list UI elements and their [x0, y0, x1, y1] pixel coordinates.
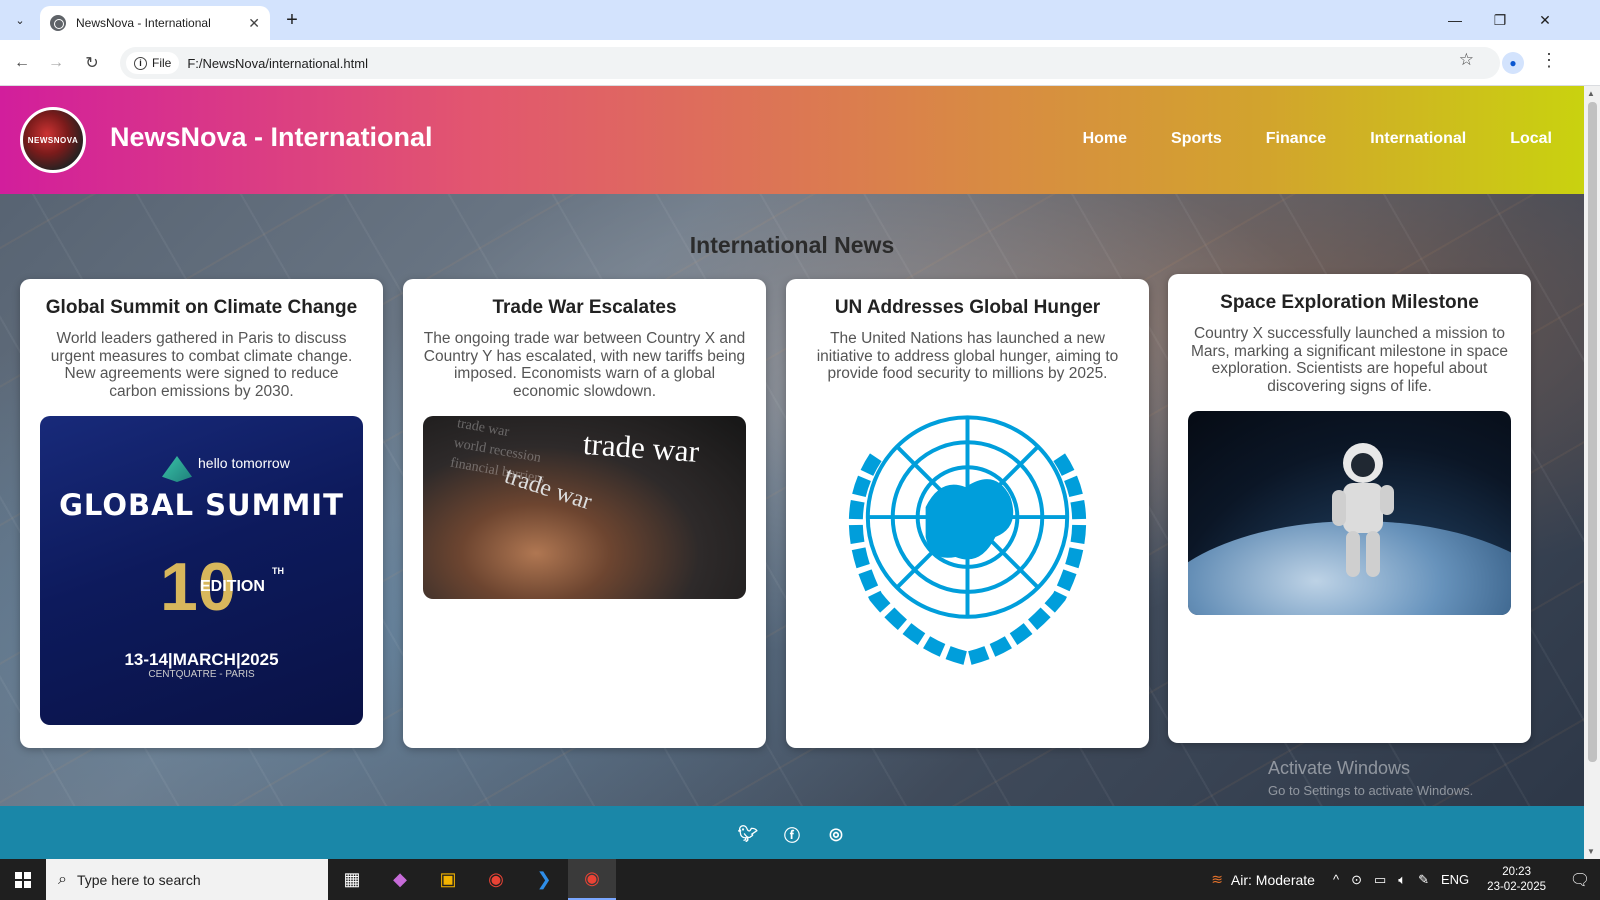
task-view-icon[interactable]: ▦ [328, 859, 376, 900]
info-icon: i [134, 56, 147, 70]
twitter-icon[interactable]: 🐦︎ [738, 824, 758, 844]
air-quality-icon: ≋ [1211, 871, 1223, 887]
trade-war-subtext: trade war [501, 462, 595, 516]
globe-icon [50, 15, 66, 31]
vscode-icon[interactable]: ❯ [520, 859, 568, 900]
page-scrollbar[interactable]: ▲ ▼ [1584, 86, 1600, 859]
file-chip-label: File [152, 56, 172, 70]
weather-widget[interactable]: ≋ Air: Moderate [1211, 871, 1315, 888]
copilot-icon[interactable]: ◆ [376, 859, 424, 900]
site-logo[interactable]: NEWSNOVA [20, 107, 86, 173]
chrome-active-icon[interactable]: ◉ [568, 859, 616, 900]
system-tray: ≋ Air: Moderate ^ ⊙ ▭ 🔈︎ ✎ ENG 20:23 23-… [1211, 859, 1600, 900]
chrome-icon[interactable]: ◉ [472, 859, 520, 900]
astronaut-image [1188, 411, 1511, 615]
microsoft-store-icon[interactable]: ▣ [424, 859, 472, 900]
taskbar-search-placeholder: Type here to search [76, 871, 201, 888]
nav-sports[interactable]: Sports [1171, 130, 1222, 148]
article-title: Space Exploration Milestone [1220, 292, 1479, 313]
trade-war-image: trade war world recession financial barr… [423, 416, 746, 599]
language-indicator[interactable]: ENG [1441, 872, 1469, 887]
url-text[interactable]: F:/NewsNova/international.html [187, 56, 368, 71]
close-icon[interactable]: ✕ [248, 15, 260, 32]
address-bar[interactable]: i File F:/NewsNova/international.html [120, 47, 1500, 79]
article-title: Global Summit on Climate Change [45, 297, 358, 318]
forward-button[interactable]: → [42, 49, 70, 77]
main-nav: Home Sports Finance International Local [1039, 130, 1552, 148]
start-button[interactable] [0, 859, 46, 900]
nav-international[interactable]: International [1370, 130, 1466, 148]
article-card-climate[interactable]: Global Summit on Climate Change World le… [20, 279, 383, 748]
un-emblem-image [806, 397, 1129, 679]
clock-date: 23-02-2025 [1487, 880, 1546, 893]
summit-dates: 13-14|MARCH|2025 [124, 650, 279, 669]
back-button[interactable]: ← [8, 49, 36, 77]
instagram-icon[interactable]: ◎ [826, 824, 846, 844]
hello-tomorrow-logo-icon [162, 456, 192, 482]
tab-search-button[interactable]: ⌄ [8, 8, 32, 32]
site-info-chip[interactable]: i File [126, 52, 180, 74]
watermark-line2: Go to Settings to activate Windows. [1268, 783, 1474, 798]
article-body: World leaders gathered in Paris to discu… [50, 330, 353, 400]
tab-title: NewsNova - International [76, 16, 211, 30]
article-body: The ongoing trade war between Country X … [423, 330, 746, 400]
summit-edition-word: EDITION [200, 578, 265, 595]
browser-tabstrip: ⌄ NewsNova - International ✕ + — ❐ ✕ [0, 0, 1600, 40]
nav-local[interactable]: Local [1510, 130, 1552, 148]
facebook-icon[interactable]: ⓕ [782, 824, 802, 845]
profile-avatar[interactable]: ● [1502, 52, 1524, 74]
weather-text: Air: Moderate [1230, 871, 1315, 888]
restore-button[interactable]: ❐ [1477, 0, 1523, 40]
page-viewport: NEWSNOVA NewsNova - International Home S… [0, 86, 1584, 859]
pen-icon[interactable]: ✎ [1418, 872, 1429, 888]
summit-edition-sup: TH [272, 566, 284, 576]
chevron-down-icon: ⌄ [15, 14, 25, 27]
clock[interactable]: 20:23 23-02-2025 [1487, 865, 1546, 895]
watermark-line1: Activate Windows [1268, 758, 1411, 778]
kebab-menu-icon[interactable]: ⋮ [1540, 50, 1558, 71]
article-body: Country X successfully launched a missio… [1190, 325, 1509, 395]
summit-venue: CENTQUATRE - PARIS [148, 669, 255, 680]
article-card-un-hunger[interactable]: UN Addresses Global Hunger The United Na… [786, 279, 1149, 748]
scrollbar-thumb[interactable] [1588, 102, 1597, 762]
site-title: NewsNova - International [110, 122, 433, 152]
article-body: The United Nations has launched a new in… [816, 330, 1119, 382]
article-title: Trade War Escalates [492, 297, 677, 318]
clock-time: 20:23 [1502, 865, 1531, 878]
summit-brand: hello tomorrow [198, 455, 290, 471]
taskbar-search-box[interactable]: ⌕ Type here to search [46, 859, 328, 900]
search-icon: ⌕ [58, 870, 67, 888]
reload-button[interactable]: ↻ [78, 49, 106, 77]
bookmark-star-icon[interactable]: ☆ [1459, 50, 1474, 70]
article-card-trade-war[interactable]: Trade War Escalates The ongoing trade wa… [403, 279, 766, 748]
article-title: UN Addresses Global Hunger [834, 297, 1101, 318]
browser-tab[interactable]: NewsNova - International ✕ [40, 6, 270, 40]
windows-logo-icon [15, 871, 31, 888]
site-footer: 🐦︎ ⓕ ◎ [0, 806, 1584, 859]
logo-text: NEWSNOVA [27, 135, 79, 145]
article-card-space[interactable]: Space Exploration Milestone Country X su… [1168, 274, 1531, 743]
site-header: NEWSNOVA NewsNova - International Home S… [0, 86, 1584, 194]
scroll-down-icon[interactable]: ▼ [1587, 847, 1595, 856]
global-summit-image: hello tomorrow GLOBAL SUMMIT 10 EDITION … [40, 416, 363, 725]
volume-icon[interactable]: 🔈︎ [1398, 872, 1406, 888]
windows-taskbar: ⌕ Type here to search ▦ ◆ ▣ ◉ ❯ ◉ ≋ Air:… [0, 859, 1600, 900]
section-title: International News [689, 232, 895, 258]
astronaut-icon [1332, 443, 1394, 577]
chevron-up-icon[interactable]: ^ [1333, 872, 1339, 887]
summit-heading: GLOBAL SUMMIT [59, 488, 344, 522]
window-close-button[interactable]: ✕ [1522, 0, 1568, 40]
network-icon[interactable]: ▭ [1374, 872, 1386, 888]
scroll-up-icon[interactable]: ▲ [1587, 89, 1595, 98]
new-tab-button[interactable]: + [280, 8, 304, 32]
trade-war-headline: trade war [581, 425, 701, 470]
browser-toolbar: ← → ↻ i File F:/NewsNova/international.h… [0, 40, 1600, 86]
activate-windows-watermark: Activate Windows Go to Settings to activ… [1268, 758, 1473, 798]
minimize-button[interactable]: — [1432, 0, 1478, 40]
nav-home[interactable]: Home [1083, 130, 1127, 148]
un-emblem-icon [848, 414, 1087, 665]
meet-icon[interactable]: ⊙ [1351, 872, 1362, 888]
nav-finance[interactable]: Finance [1266, 130, 1326, 148]
notification-icon[interactable]: 🗨︎ [1560, 870, 1600, 890]
